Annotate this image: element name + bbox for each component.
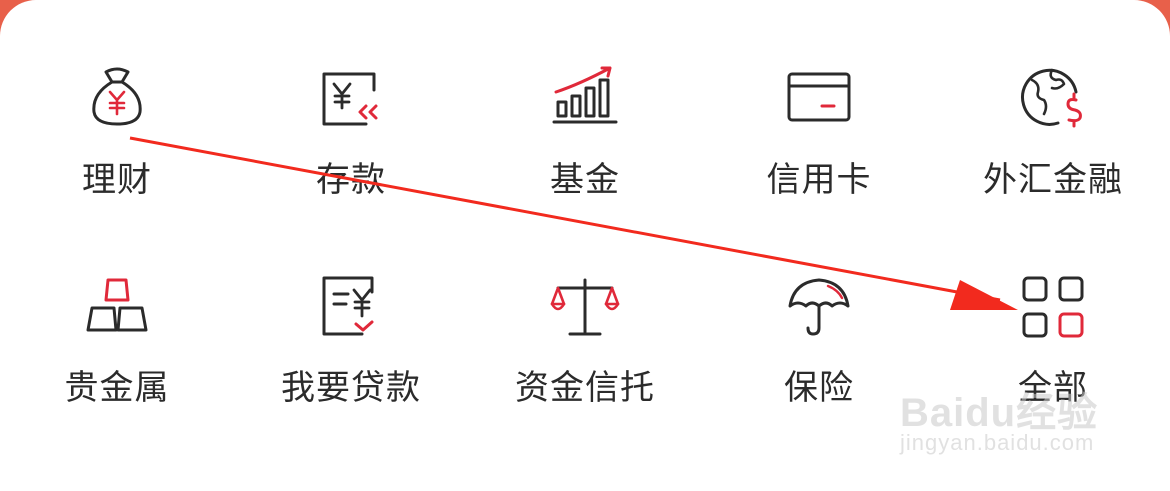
menu-item-label: 信用卡 <box>766 160 872 200</box>
menu-item-all[interactable]: 全部 <box>936 210 1170 410</box>
grid-all-icon <box>1018 272 1088 342</box>
menu-item-loan[interactable]: 我要贷款 <box>234 210 468 410</box>
yuan-deposit-icon <box>316 62 386 132</box>
menu-item-label: 贵金属 <box>64 368 170 408</box>
menu-item-trust[interactable]: 资金信托 <box>468 210 702 410</box>
menu-item-forex[interactable]: 外汇金融 <box>936 0 1170 200</box>
menu-item-label: 资金信托 <box>515 368 655 408</box>
gold-bars-icon <box>82 272 152 342</box>
menu-item-fund[interactable]: 基金 <box>468 0 702 200</box>
growth-chart-icon <box>550 62 620 132</box>
balance-scale-icon <box>550 272 620 342</box>
menu-item-label: 存款 <box>316 160 386 200</box>
umbrella-icon <box>784 272 854 342</box>
menu-item-label: 保险 <box>784 368 854 408</box>
menu-item-label: 外汇金融 <box>983 160 1123 200</box>
money-bag-yuan-icon <box>82 62 152 132</box>
menu-item-label: 全部 <box>1018 368 1088 408</box>
menu-item-label: 我要贷款 <box>281 368 421 408</box>
globe-dollar-icon <box>1018 62 1088 132</box>
credit-card-icon <box>784 62 854 132</box>
menu-item-label: 基金 <box>550 160 620 200</box>
loan-document-icon <box>316 272 386 342</box>
menu-item-wealth-management[interactable]: 理财 <box>0 0 234 200</box>
menu-item-label: 理财 <box>82 160 152 200</box>
menu-item-precious-metals[interactable]: 贵金属 <box>0 210 234 410</box>
menu-item-credit-card[interactable]: 信用卡 <box>702 0 936 200</box>
menu-item-deposit[interactable]: 存款 <box>234 0 468 200</box>
menu-item-insurance[interactable]: 保险 <box>702 210 936 410</box>
service-grid: 理财 存款 基金 信用卡 外汇金融 贵金属 我要贷款 资金信托 保险 全部 <box>0 0 1170 491</box>
